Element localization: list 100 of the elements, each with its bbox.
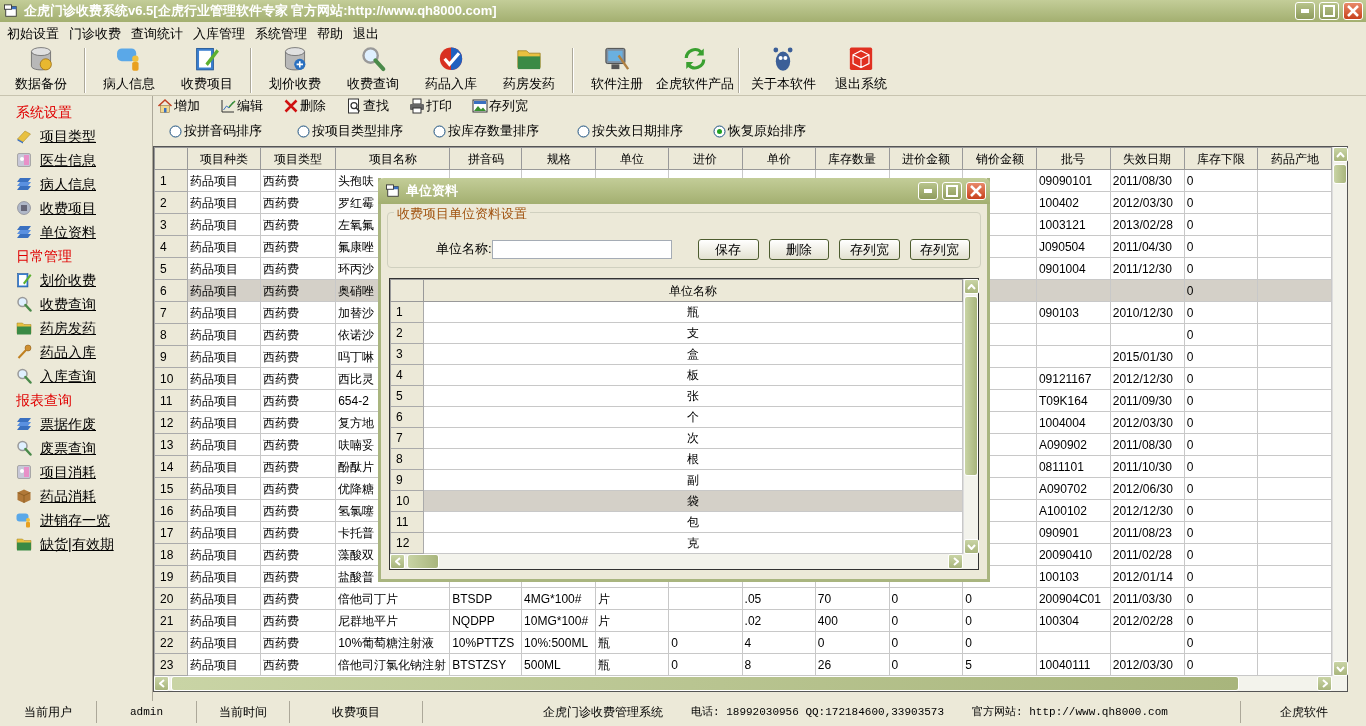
action-button[interactable]: 增加 <box>157 96 200 116</box>
sidebar-link[interactable]: 项目消耗 <box>16 460 152 484</box>
column-header[interactable]: 药品产地 <box>1257 147 1332 170</box>
minimize-button[interactable] <box>918 182 938 200</box>
table-row[interactable]: 10 袋 <box>390 490 963 512</box>
sidebar-link[interactable]: 药品入库 <box>16 340 152 364</box>
action-button[interactable]: 查找 <box>346 96 389 116</box>
table-row[interactable]: 11 包 <box>390 511 963 533</box>
menu-item[interactable]: 查询统计 <box>126 24 188 44</box>
table-row[interactable]: 7 次 <box>390 427 963 449</box>
column-header[interactable]: 单位 <box>595 147 669 170</box>
sort-radio[interactable]: 按失效日期排序 <box>577 121 683 141</box>
sidebar-link[interactable]: 收费查询 <box>16 292 152 316</box>
close-button[interactable] <box>1343 2 1363 20</box>
scroll-down-button[interactable] <box>964 539 979 554</box>
table-row[interactable]: 3 盒 <box>390 343 963 365</box>
column-header[interactable]: 进价 <box>668 147 743 170</box>
column-header[interactable]: 项目名称 <box>335 147 450 170</box>
toolbar-button[interactable]: 药房发药 <box>490 46 568 95</box>
toolbar-button[interactable]: 划价收费 <box>256 46 334 95</box>
sidebar-link[interactable]: 入库查询 <box>16 364 152 388</box>
column-header[interactable]: 规格 <box>521 147 596 170</box>
sidebar-link[interactable]: 收费项目 <box>16 196 152 220</box>
table-row[interactable]: 20 药品项目 西药费 倍他司丁片 BTSDP 4MG*100# 片 .05 70 0 0 200904C01 2011/03/30 0 <box>154 587 1332 610</box>
menu-item[interactable]: 初始设置 <box>2 24 64 44</box>
horizontal-scrollbar[interactable] <box>390 554 978 569</box>
maximize-button[interactable] <box>942 182 962 200</box>
toolbar-button[interactable]: 关于本软件 <box>744 46 822 95</box>
sidebar-link[interactable]: 划价收费 <box>16 268 152 292</box>
menu-item[interactable]: 退出 <box>348 24 384 44</box>
toolbar-button[interactable]: 软件注册 <box>578 46 656 95</box>
dialog-button[interactable]: 存列宽 <box>839 238 900 260</box>
table-row[interactable]: 4 板 <box>390 364 963 386</box>
table-row[interactable]: 2 支 <box>390 322 963 344</box>
scroll-thumb[interactable] <box>1333 164 1347 184</box>
column-header[interactable]: 单位名称 <box>423 279 963 302</box>
column-header[interactable]: 销价金额 <box>962 147 1037 170</box>
table-row[interactable]: 23 药品项目 西药费 倍他司汀氯化钠注射 BTSTZSY 500ML 瓶 0 8 26 0 5 10040111 2012/03/30 0 <box>154 653 1332 676</box>
column-header[interactable]: 失效日期 <box>1110 147 1185 170</box>
close-button[interactable] <box>966 182 986 200</box>
scroll-down-button[interactable] <box>1333 661 1348 676</box>
sort-radio[interactable]: 按拼音码排序 <box>169 121 262 141</box>
column-header[interactable]: 项目类型 <box>261 147 336 170</box>
scroll-up-button[interactable] <box>1333 147 1348 162</box>
toolbar-button[interactable]: 退出系统 <box>822 46 900 95</box>
menu-item[interactable]: 入库管理 <box>188 24 250 44</box>
column-header[interactable]: 进价金额 <box>889 147 963 170</box>
table-row[interactable]: 9 副 <box>390 469 963 491</box>
action-button[interactable]: 打印 <box>409 96 452 116</box>
toolbar-button[interactable]: 企虎软件产品 <box>656 46 734 95</box>
action-button[interactable]: 删除 <box>283 96 326 116</box>
column-header[interactable]: 批号 <box>1036 147 1111 170</box>
minimize-button[interactable] <box>1295 2 1315 20</box>
toolbar-button[interactable]: 病人信息 <box>90 46 168 95</box>
sort-radio[interactable]: 恢复原始排序 <box>713 121 806 141</box>
action-button[interactable]: 编辑 <box>220 96 263 116</box>
scroll-thumb[interactable] <box>407 554 439 569</box>
vertical-scrollbar[interactable] <box>1332 147 1347 676</box>
table-row[interactable]: 22 药品项目 西药费 10%葡萄糖注射液 10%PTTZS 10%:500ML 瓶 0 4 0 0 0 0 <box>154 631 1332 654</box>
sort-radio[interactable]: 按项目类型排序 <box>297 121 403 141</box>
sidebar-link[interactable]: 项目类型 <box>16 124 152 148</box>
scroll-left-button[interactable] <box>390 554 405 569</box>
input-field[interactable] <box>491 239 673 259</box>
sidebar-link[interactable]: 药房发药 <box>16 316 152 340</box>
menu-item[interactable]: 门诊收费 <box>64 24 126 44</box>
scroll-thumb[interactable] <box>964 296 978 476</box>
sidebar-link[interactable]: 废票查询 <box>16 436 152 460</box>
column-header[interactable]: 库存数量 <box>815 147 890 170</box>
sidebar-link[interactable]: 票据作废 <box>16 412 152 436</box>
sidebar-link[interactable]: 病人信息 <box>16 172 152 196</box>
action-button[interactable]: 存列宽 <box>472 96 528 116</box>
dialog-button[interactable]: 删除 <box>768 238 830 260</box>
column-header[interactable]: 库存下限 <box>1184 147 1258 170</box>
column-header[interactable]: 拼音码 <box>449 147 522 170</box>
column-header[interactable]: 单价 <box>742 147 816 170</box>
sidebar-link[interactable]: 进销存一览 <box>16 508 152 532</box>
sidebar-link[interactable]: 医生信息 <box>16 148 152 172</box>
menu-item[interactable]: 系统管理 <box>250 24 312 44</box>
dialog-button[interactable]: 保存 <box>698 238 759 260</box>
sort-radio[interactable]: 按库存数量排序 <box>433 121 539 141</box>
scroll-right-button[interactable] <box>1317 676 1332 691</box>
toolbar-button[interactable]: 收费查询 <box>334 46 412 95</box>
sidebar-link[interactable]: 缺货|有效期 <box>16 532 152 556</box>
table-row[interactable]: 8 根 <box>390 448 963 470</box>
table-row[interactable]: 12 克 <box>390 532 963 554</box>
toolbar-button[interactable]: 药品入库 <box>412 46 490 95</box>
scroll-up-button[interactable] <box>964 279 979 294</box>
table-row[interactable]: 1 瓶 <box>390 301 963 323</box>
menu-item[interactable]: 帮助 <box>312 24 348 44</box>
sidebar-link[interactable]: 单位资料 <box>16 220 152 244</box>
sidebar-link[interactable]: 药品消耗 <box>16 484 152 508</box>
maximize-button[interactable] <box>1319 2 1339 20</box>
toolbar-button[interactable]: 收费项目 <box>168 46 246 95</box>
scroll-right-button[interactable] <box>948 554 963 569</box>
vertical-scrollbar[interactable] <box>963 279 978 554</box>
column-header[interactable]: 项目种类 <box>187 147 261 170</box>
table-row[interactable]: 21 药品项目 西药费 尼群地平片 NQDPP 10MG*100# 片 .02 400 0 0 100304 2012/02/28 0 <box>154 609 1332 632</box>
table-row[interactable]: 5 张 <box>390 385 963 407</box>
toolbar-button[interactable]: 数据备份 <box>2 46 80 95</box>
table-row[interactable]: 6 个 <box>390 406 963 428</box>
